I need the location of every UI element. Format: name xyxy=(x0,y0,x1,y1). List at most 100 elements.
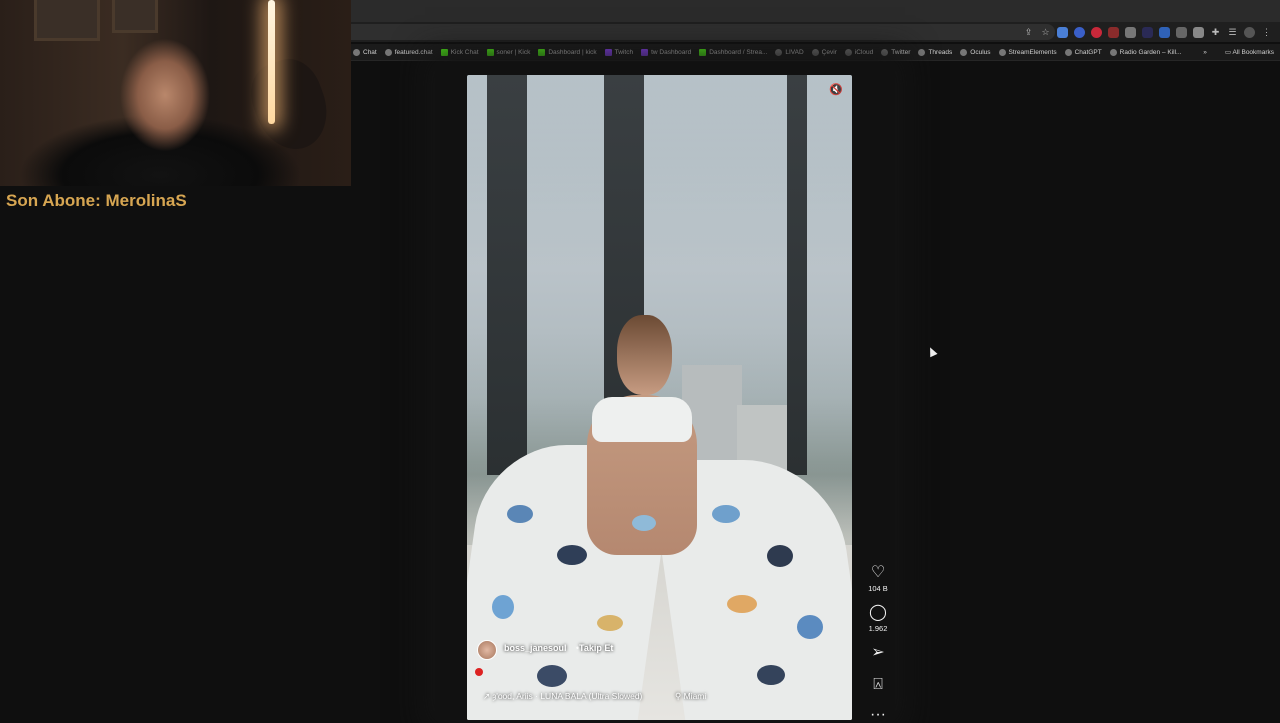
bookmark-icon: ⍓ xyxy=(873,676,883,693)
bookmark-item[interactable]: Kick Chat xyxy=(440,48,479,56)
extension-icon[interactable] xyxy=(1108,26,1119,38)
translate-icon xyxy=(811,48,819,56)
window-pillar xyxy=(487,75,527,475)
wall-frame xyxy=(34,0,100,41)
pattern-spot xyxy=(727,595,757,613)
bookmark-item[interactable]: Dashboard | kick xyxy=(538,48,597,56)
send-icon: ➢ xyxy=(871,644,885,661)
all-bookmarks-label: All Bookmarks xyxy=(1232,49,1274,56)
extension-icon[interactable] xyxy=(1193,26,1204,38)
bookmark-item[interactable]: Radio Garden – Kill... xyxy=(1109,48,1182,56)
bookmark-label: Threads xyxy=(928,48,953,56)
comment-button[interactable]: ◯ 1.962 xyxy=(862,604,894,634)
bookmarks-bar: Chat featured.chat Kick Chat soner | Kick Da… xyxy=(351,44,1280,61)
kick-icon xyxy=(486,48,494,56)
guitar xyxy=(241,50,339,160)
kick-icon xyxy=(699,48,707,56)
globe-icon xyxy=(918,48,926,56)
reel-video[interactable]: 🔇 boss_janesoul • Takip Et ↗ ȝ'ood, Arii… xyxy=(467,75,852,720)
bookmark-item[interactable]: Oculus xyxy=(960,48,991,56)
bookmark-item[interactable]: Twitter xyxy=(881,48,911,56)
address-bar[interactable] xyxy=(351,24,1055,40)
pattern-spot xyxy=(632,515,656,531)
bookmark-item[interactable]: ChatGPT xyxy=(1064,48,1102,56)
bookmark-item[interactable]: StreamElements xyxy=(998,48,1057,56)
like-count: 104 B xyxy=(868,584,888,593)
profile-avatar[interactable] xyxy=(1244,26,1255,38)
share-button[interactable]: ➢ xyxy=(862,645,894,661)
bookmark-label: Chat xyxy=(363,48,377,56)
bookmark-label: featured.chat xyxy=(394,48,433,56)
more-icon: ··· xyxy=(870,706,886,723)
like-button[interactable]: ♡ 104 B xyxy=(862,564,894,594)
extension-icon[interactable] xyxy=(1091,26,1102,38)
bookmark-label: Twitter xyxy=(891,48,911,56)
extension-icon[interactable] xyxy=(1176,26,1187,38)
bookmark-item[interactable]: iCloud xyxy=(844,48,874,56)
bookmark-item[interactable]: Chat xyxy=(353,48,377,56)
globe-icon xyxy=(775,48,783,56)
bookmark-label: Radio Garden – Kill... xyxy=(1119,48,1182,56)
bookmark-item[interactable]: tw Dashboard xyxy=(641,48,692,56)
bookmark-label: Dashboard / Strea... xyxy=(709,48,768,56)
apple-icon xyxy=(844,48,852,56)
star-icon[interactable]: ☆ xyxy=(1040,27,1051,38)
save-button[interactable]: ⍓ xyxy=(862,677,894,693)
pattern-spot xyxy=(507,505,533,523)
user-avatar[interactable] xyxy=(477,640,497,660)
figure-head xyxy=(617,315,672,395)
extension-icon[interactable] xyxy=(1159,26,1170,38)
pattern-spot xyxy=(797,615,823,639)
share-icon[interactable]: ⇪ xyxy=(1023,27,1034,38)
bookmark-item[interactable]: Çevir xyxy=(811,48,837,56)
music-link[interactable]: ↗ ȝ'ood, Ariis · LUNA BALA (Ultra Slowed… xyxy=(483,691,642,702)
more-button[interactable]: ··· xyxy=(862,707,894,723)
location-pin-icon: ⚲ xyxy=(675,691,684,701)
bookmark-label: StreamElements xyxy=(1008,48,1057,56)
pattern-spot xyxy=(557,545,587,565)
comment-count: 1.962 xyxy=(868,624,888,633)
story-ring-dot xyxy=(475,668,483,676)
username-link[interactable]: boss_janesoul xyxy=(504,643,567,653)
puzzle-icon[interactable]: ✚ xyxy=(1210,27,1221,38)
globe-icon xyxy=(998,48,1006,56)
extension-icon[interactable] xyxy=(1125,26,1136,38)
kick-icon xyxy=(440,48,448,56)
bookmarks-list: Chat featured.chat Kick Chat soner | Kick Da… xyxy=(353,44,1181,60)
location-link[interactable]: ⚲ Miami xyxy=(675,691,706,702)
speaker-muted-icon[interactable]: 🔇 xyxy=(829,83,843,97)
browser-extension-icons: ⇪ ☆ ✚ ☰ ⋮ xyxy=(1023,24,1272,40)
bookmark-label: Twitch xyxy=(614,48,634,56)
extension-icon[interactable] xyxy=(1074,26,1085,38)
bookmark-item[interactable]: soner | Kick xyxy=(486,48,530,56)
bookmark-label: tw Dashboard xyxy=(651,48,692,56)
all-bookmarks-button[interactable]: ▭ All Bookmarks xyxy=(1225,48,1274,56)
extension-icon[interactable] xyxy=(1057,26,1068,38)
wall-frame xyxy=(112,0,158,33)
heart-icon: ♡ xyxy=(870,564,886,581)
figure-top xyxy=(592,397,692,442)
bookmark-label: LIVAD xyxy=(785,48,804,56)
bookmark-item[interactable]: LIVAD xyxy=(775,48,804,56)
follow-button[interactable]: Takip Et xyxy=(579,643,613,653)
extension-icon[interactable] xyxy=(1142,26,1153,38)
bookmark-item[interactable]: Dashboard / Strea... xyxy=(699,48,768,56)
comment-icon: ◯ xyxy=(869,604,887,621)
webcam-overlay xyxy=(0,0,351,186)
last-subscriber-label: Son Abone: MerolinaS xyxy=(6,191,187,210)
browser-tab-strip xyxy=(351,0,1280,22)
sidebar-icon[interactable]: ☰ xyxy=(1227,27,1238,38)
bookmark-item[interactable]: featured.chat xyxy=(384,48,433,56)
bookmark-label: Çevir xyxy=(821,48,837,56)
pattern-spot xyxy=(492,595,514,619)
globe-icon xyxy=(1109,48,1117,56)
neon-lamp xyxy=(268,0,275,124)
menu-icon[interactable]: ⋮ xyxy=(1261,27,1272,38)
bookmark-label: Kick Chat xyxy=(450,48,479,56)
bookmarks-overflow-button[interactable]: » xyxy=(1203,49,1207,56)
bookmark-item[interactable]: Twitch xyxy=(604,48,634,56)
bookmark-item[interactable]: Threads xyxy=(918,48,953,56)
bookmark-label: iCloud xyxy=(854,48,874,56)
bookmark-label: Oculus xyxy=(970,48,991,56)
bookmark-label: ChatGPT xyxy=(1074,48,1102,56)
